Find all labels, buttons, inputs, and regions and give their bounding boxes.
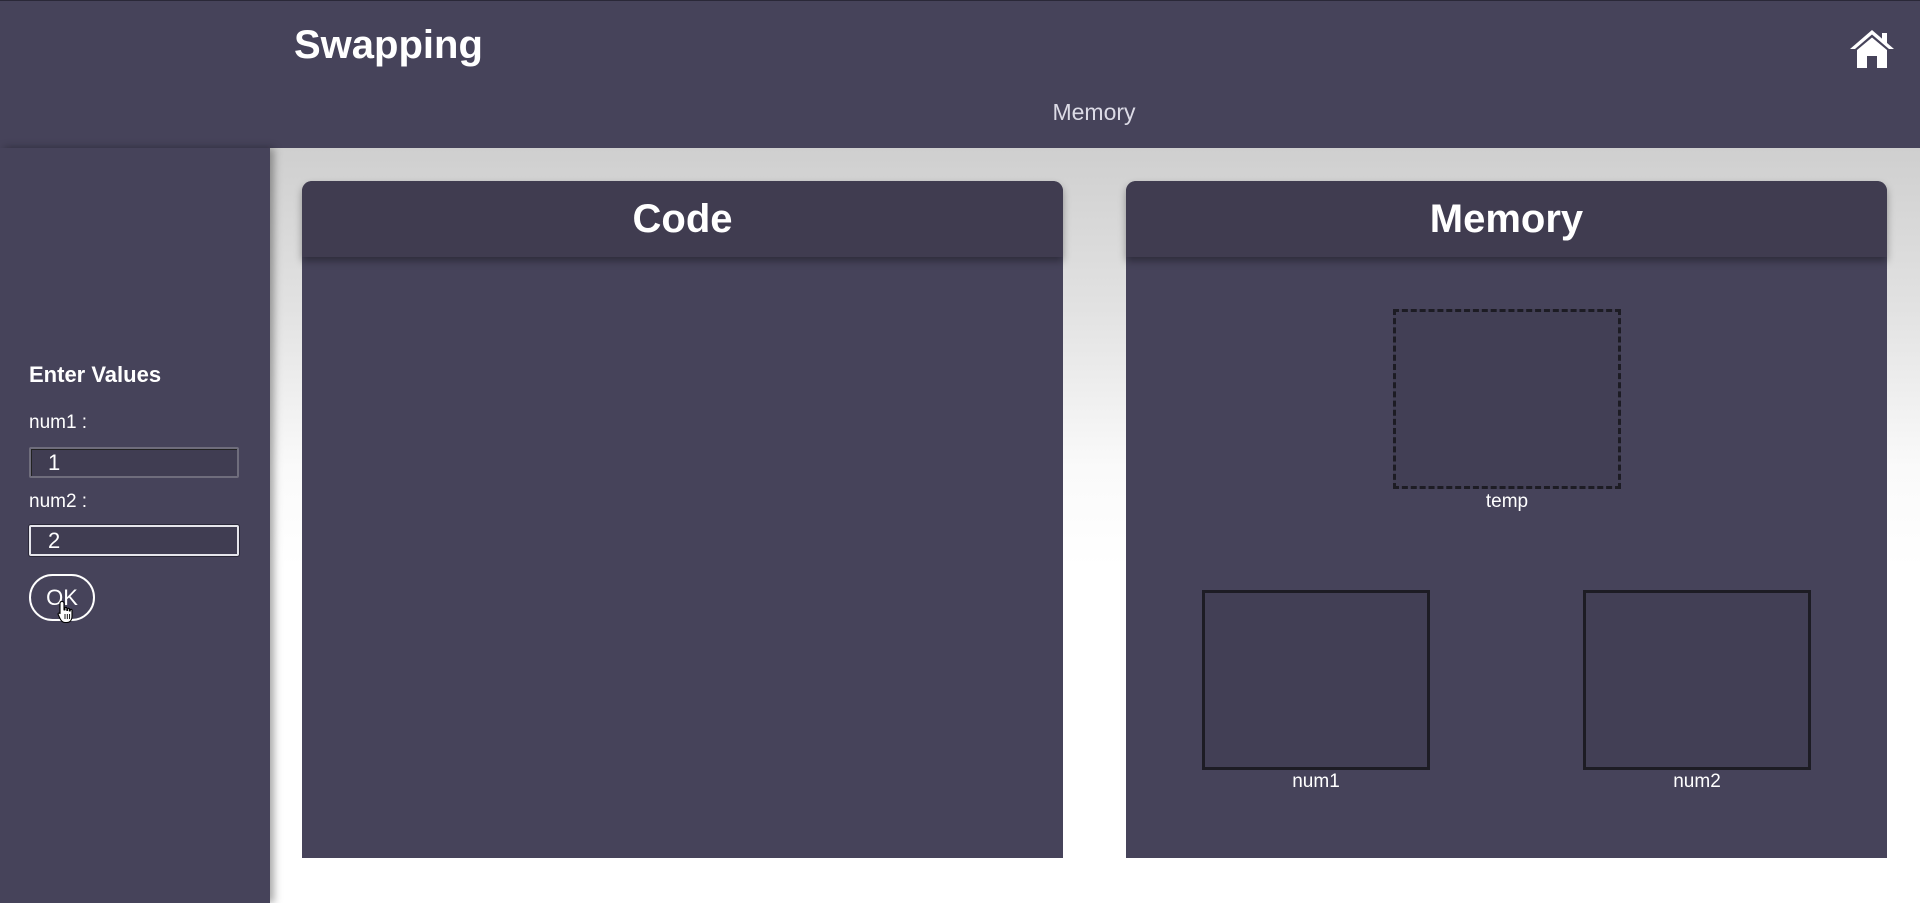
temp-memory-label: temp <box>1485 491 1529 512</box>
form-heading: Enter Values <box>29 362 162 387</box>
section-label: Memory <box>1052 99 1136 125</box>
workspace: Code Memory temp num1 num2 <box>270 148 1920 903</box>
memory-panel: Memory temp num1 num2 <box>1126 181 1887 858</box>
num2-label: num2 : <box>29 491 88 512</box>
num1-label: num1 : <box>29 412 88 433</box>
num2-memory-label: num2 <box>1673 771 1721 792</box>
sidebar: Enter Values num1 : num2 : OK <box>0 148 270 903</box>
code-panel: Code <box>302 181 1063 858</box>
code-panel-title: Code <box>632 196 733 241</box>
hand-cursor-icon <box>57 600 73 624</box>
home-icon[interactable] <box>1848 28 1896 70</box>
memory-panel-title: Memory <box>1429 196 1584 241</box>
num1-memory-label: num1 <box>1292 771 1340 792</box>
num1-memory-box <box>1202 590 1430 770</box>
code-panel-header: Code <box>302 181 1063 257</box>
num2-input[interactable] <box>29 525 239 556</box>
temp-memory-box <box>1393 309 1621 489</box>
top-bar: Swapping Memory <box>0 0 1920 148</box>
memory-panel-header: Memory <box>1126 181 1887 257</box>
num1-input[interactable] <box>29 447 239 478</box>
num2-memory-box <box>1583 590 1811 770</box>
app-title: Swapping <box>294 23 483 67</box>
